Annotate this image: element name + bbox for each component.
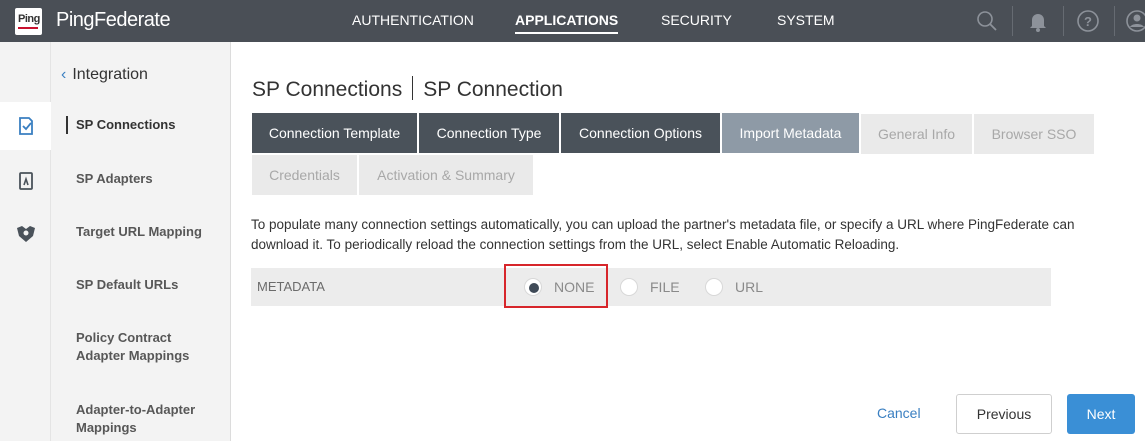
cancel-button[interactable]: Cancel [877, 405, 921, 421]
shield-icon[interactable] [0, 210, 51, 258]
integration-sidebar: ‹ Integration SP Connections SP Adapters … [51, 42, 231, 441]
header-divider [1012, 6, 1013, 36]
metadata-label: METADATA [257, 279, 325, 294]
sidebar-item-sp-adapters[interactable]: SP Adapters [76, 170, 226, 188]
breadcrumb-parent[interactable]: SP Connections [252, 78, 402, 101]
import-metadata-description: To populate many connection settings aut… [251, 217, 1075, 252]
radio-circle[interactable] [705, 278, 723, 296]
logo-text: Ping [18, 13, 40, 25]
nav-system[interactable]: SYSTEM [777, 12, 835, 28]
tab-connection-template[interactable]: Connection Template [252, 113, 417, 153]
next-button[interactable]: Next [1067, 394, 1135, 434]
sidebar-item-policy-contract-adapter-mappings[interactable]: Policy Contract Adapter Mappings [76, 329, 206, 365]
logo-underline [18, 27, 38, 29]
radio-circle[interactable] [620, 278, 638, 296]
nav-security[interactable]: SECURITY [661, 12, 732, 28]
metadata-file-radio[interactable]: FILE [620, 278, 680, 296]
radio-label: FILE [650, 279, 680, 295]
search-icon[interactable] [975, 9, 999, 33]
sidebar-item-adapter-to-adapter-mappings[interactable]: Adapter-to-Adapter Mappings [76, 401, 206, 437]
highlight-box [504, 264, 608, 308]
bell-icon[interactable] [1026, 9, 1050, 33]
brand-name[interactable]: PingFederate [56, 9, 171, 32]
chevron-left-icon: ‹ [61, 66, 67, 83]
tab-import-metadata[interactable]: Import Metadata [722, 113, 859, 153]
sidebar-item-target-url-mapping[interactable]: Target URL Mapping [76, 223, 226, 241]
tab-connection-type[interactable]: Connection Type [419, 113, 559, 153]
sp-adapters-icon[interactable] [0, 157, 51, 205]
nav-applications[interactable]: APPLICATIONS [515, 12, 619, 34]
top-navigation-bar: Ping PingFederate AUTHENTICATION APPLICA… [0, 0, 1145, 42]
nav-authentication[interactable]: AUTHENTICATION [352, 12, 474, 28]
ping-logo[interactable]: Ping [15, 8, 42, 35]
tab-general-info[interactable]: General Info [861, 114, 972, 154]
header-divider [1114, 6, 1115, 36]
tab-credentials[interactable]: Credentials [252, 155, 357, 195]
tab-activation-summary[interactable]: Activation & Summary [359, 155, 533, 195]
radio-label: URL [735, 279, 764, 295]
header-divider [1063, 6, 1064, 36]
sidebar-item-sp-default-urls[interactable]: SP Default URLs [76, 276, 226, 294]
help-icon[interactable]: ? [1076, 9, 1100, 33]
metadata-url-radio[interactable]: URL [705, 278, 763, 296]
breadcrumb-current: SP Connection [423, 78, 563, 101]
tab-connection-options[interactable]: Connection Options [561, 113, 720, 153]
page-title: SP Connections SP Connection [252, 76, 563, 102]
sidebar-back-label: Integration [72, 66, 148, 83]
sp-connections-icon[interactable] [0, 102, 51, 150]
tab-browser-sso[interactable]: Browser SSO [974, 114, 1094, 154]
icon-sidebar [0, 42, 51, 441]
breadcrumb-divider [412, 76, 414, 100]
sidebar-back-link[interactable]: ‹ Integration [61, 66, 148, 84]
sidebar-item-sp-connections[interactable]: SP Connections [66, 116, 226, 134]
previous-button[interactable]: Previous [956, 394, 1052, 434]
svg-text:?: ? [1084, 14, 1092, 29]
user-icon[interactable] [1125, 9, 1145, 33]
